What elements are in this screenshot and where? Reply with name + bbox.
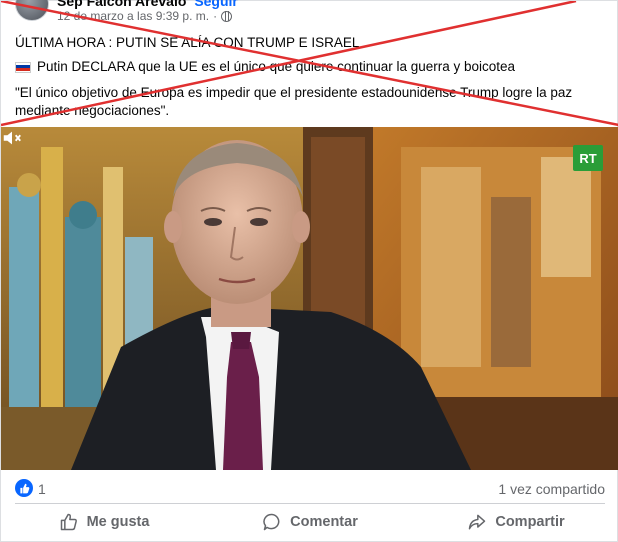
post-meta: 12 de marzo a las 9:39 p. m. · — [57, 9, 233, 23]
share-label: Compartir — [495, 514, 565, 530]
like-reaction-icon[interactable] — [15, 479, 33, 497]
comment-button[interactable]: Comentar — [207, 505, 413, 539]
rt-channel-logo: RT — [573, 145, 603, 171]
post-claim: Putin DECLARA que la UE es el único que … — [37, 59, 516, 74]
post-actions: Me gusta Comentar Compartir — [1, 505, 618, 539]
thumbs-up-icon — [60, 513, 77, 531]
video-frame — [1, 127, 618, 470]
reactions-count[interactable]: 1 — [38, 481, 46, 497]
post-stats: 1 1 vez compartido — [1, 471, 618, 503]
author-name[interactable]: Sep Falcon Arévalo — [57, 0, 186, 9]
thumbs-up-icon — [19, 483, 29, 493]
comment-bubble-icon — [263, 513, 280, 531]
speaker-muted-icon[interactable] — [1, 127, 23, 149]
like-button[interactable]: Me gusta — [1, 505, 207, 539]
follow-button[interactable]: Seguir — [194, 0, 238, 9]
post-quote: "El único objetivo de Europa es impedir … — [15, 85, 573, 118]
share-arrow-icon — [469, 514, 486, 530]
russia-flag-icon — [15, 61, 31, 73]
shares-count[interactable]: 1 vez compartido — [498, 481, 605, 497]
post-header: Sep Falcon Arévalo Seguir 12 de marzo a … — [1, 0, 618, 27]
like-label: Me gusta — [86, 514, 150, 530]
post-claim-line: Putin DECLARA que la UE es el único que … — [15, 58, 515, 76]
post-headline: ÚLTIMA HORA : PUTIN SE ALÍA CON TRUMP E … — [15, 35, 367, 50]
comment-label: Comentar — [290, 514, 358, 530]
share-button[interactable]: Compartir — [413, 505, 618, 539]
globe-icon — [221, 10, 233, 22]
author-avatar[interactable] — [15, 0, 49, 21]
divider — [15, 503, 605, 504]
author-line: Sep Falcon Arévalo Seguir — [57, 0, 238, 9]
post-date[interactable]: 12 de marzo a las 9:39 p. m. — [57, 9, 209, 23]
meta-separator: · — [213, 9, 218, 23]
video-player[interactable]: RT — [1, 127, 618, 470]
facebook-post: Sep Falcon Arévalo Seguir 12 de marzo a … — [0, 0, 618, 542]
